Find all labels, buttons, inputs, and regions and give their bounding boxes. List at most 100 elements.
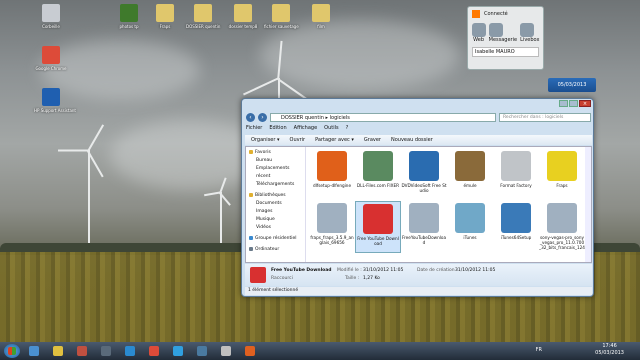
back-button[interactable]: ‹ [246, 112, 255, 122]
file-item[interactable]: iTunes64Setup [493, 201, 539, 253]
file-item[interactable]: DVDVideoSoft Free Studio [401, 149, 447, 201]
detail-modified-label: Modifié le : [337, 268, 362, 273]
file-label: Fraps [556, 183, 568, 188]
taskbar-app-button[interactable] [96, 344, 116, 358]
desktop-icon[interactable]: fichier sauvetage [264, 4, 299, 29]
nav-item-desktop[interactable]: Bureau [249, 157, 302, 165]
desktop-icon[interactable]: photos tp [112, 4, 146, 29]
forward-button[interactable]: › [258, 112, 267, 122]
close-button[interactable]: × [579, 100, 591, 107]
file-item[interactable]: Fraps [539, 149, 585, 201]
file-icon [501, 203, 531, 233]
user-field[interactable]: Isabelle MAURO [472, 47, 539, 57]
connection-status: Connecté [484, 11, 508, 17]
taskbar-app-button[interactable] [144, 344, 164, 358]
desktop-icon-label: DOSSIER quentin [186, 24, 221, 29]
nav-homegroup[interactable]: Groupe résidentiel [249, 235, 302, 243]
taskbar-app-button[interactable] [192, 344, 212, 358]
app-icon [173, 346, 183, 356]
cloud [260, 20, 460, 90]
desktop-icon[interactable]: Google Chrome [34, 46, 68, 71]
taskbar: FR 17:46 05/03/2013 [0, 342, 640, 360]
taskbar-app-button[interactable] [24, 344, 44, 358]
nav-item-recent[interactable]: Emplacements récent [249, 165, 302, 181]
desktop-icon-label: fichier sauvetage [264, 24, 299, 29]
file-icon [363, 204, 393, 234]
file-item[interactable]: fraps_fraps_3.5.9_anglais_69656 [309, 201, 355, 253]
livebox-button[interactable]: Livebox [520, 23, 539, 43]
share-button[interactable]: Partager avec ▾ [315, 137, 354, 143]
file-icon [547, 203, 577, 233]
file-item[interactable]: FreeYouTubeDownload [401, 201, 447, 253]
file-item[interactable]: Format Factory [493, 149, 539, 201]
organize-button[interactable]: Organiser ▾ [251, 137, 280, 143]
file-item[interactable]: iTunes [447, 201, 493, 253]
file-item[interactable]: émule [447, 149, 493, 201]
burn-button[interactable]: Graver [364, 137, 381, 143]
search-input[interactable]: Rechercher dans : logiciels [499, 112, 591, 122]
desktop-icon[interactable]: DOSSIER quentin [186, 4, 220, 29]
open-button[interactable]: Ouvrir [290, 137, 306, 143]
file-icon [363, 151, 393, 181]
scrollbar[interactable] [585, 147, 591, 262]
start-button[interactable] [4, 344, 20, 358]
content-area: Favoris Bureau Emplacements récent Téléc… [245, 146, 592, 263]
address-bar[interactable]: DOSSIER quentin ▸ logiciels [270, 112, 496, 122]
taskbar-app-button[interactable] [72, 344, 92, 358]
clock[interactable]: 17:46 05/03/2013 [595, 343, 624, 357]
command-bar: Organiser ▾ Ouvrir Partager avec ▾ Grave… [245, 135, 592, 145]
nav-item-videos[interactable]: Vidéos [249, 224, 302, 232]
desktop-icon[interactable]: Fraps [148, 4, 182, 29]
app-icon [29, 346, 39, 356]
globe-icon [471, 23, 486, 37]
nav-computer[interactable]: Ordinateur [249, 246, 302, 254]
app-icon [125, 346, 135, 356]
file-label: fraps_fraps_3.5.9_anglais_69656 [310, 235, 354, 245]
desktop-icon[interactable]: HP Support Assistant [34, 88, 76, 113]
menu-file[interactable]: Fichier [246, 125, 262, 131]
desktop-icon[interactable]: dossier temp8 [226, 4, 260, 29]
file-item[interactable]: Free YouTube Download [355, 201, 401, 253]
taskbar-app-button[interactable] [120, 344, 140, 358]
messaging-button[interactable]: Messagerie [488, 23, 517, 43]
file-icon [455, 151, 485, 181]
file-label: DVDVideoSoft Free Studio [401, 183, 447, 193]
nav-item-downloads[interactable]: Téléchargements [249, 181, 302, 189]
app-icon [245, 346, 255, 356]
taskbar-app-button[interactable] [168, 344, 188, 358]
web-button[interactable]: Web [471, 23, 486, 43]
taskbar-app-button[interactable] [240, 344, 260, 358]
app-icon [149, 346, 159, 356]
file-item[interactable]: DLL-Files.com FIXER [355, 149, 401, 201]
explorer-window: × ‹ › DOSSIER quentin ▸ logiciels Recher… [241, 98, 594, 297]
file-label: Free YouTube Download [357, 236, 399, 246]
file-label: iTunes64Setup [500, 235, 532, 240]
desktop-icon-image [42, 88, 60, 106]
nav-item-documents[interactable]: Documents [249, 200, 302, 208]
detail-created: 31/10/2012 11:05 [455, 268, 496, 273]
nav-item-pictures[interactable]: Images [249, 208, 302, 216]
menu-view[interactable]: Affichage [294, 125, 318, 131]
file-item[interactable]: dlfsetup-dlfengine [309, 149, 355, 201]
menu-tools[interactable]: Outils [324, 125, 338, 131]
status-bar: 1 élément sélectionné [245, 287, 592, 295]
desktop-icon[interactable]: film [304, 4, 338, 29]
desktop-icon-image [42, 4, 60, 22]
navigation-pane: Favoris Bureau Emplacements récent Téléc… [246, 147, 306, 262]
taskbar-app-button[interactable] [216, 344, 236, 358]
menu-edit[interactable]: Edition [269, 125, 286, 131]
new-folder-button[interactable]: Nouveau dossier [391, 137, 433, 143]
desktop-icon-label: Google Chrome [35, 66, 67, 71]
taskbar-app-button[interactable] [48, 344, 68, 358]
desktop-icon[interactable]: Corbeille [34, 4, 68, 29]
maximize-button[interactable] [569, 100, 578, 107]
file-item[interactable]: sony-vegas-pro_sony_vegas_pro_11.0.700_3… [539, 201, 585, 253]
language-indicator[interactable]: FR [536, 347, 542, 353]
menu-help[interactable]: ? [346, 125, 349, 131]
nav-item-music[interactable]: Musique [249, 216, 302, 224]
nav-libraries[interactable]: Bibliothèques [249, 192, 302, 200]
nav-favorites[interactable]: Favoris [249, 149, 302, 157]
minimize-button[interactable] [559, 100, 568, 107]
clock-date: 05/03/2013 [595, 350, 624, 356]
app-icon [77, 346, 87, 356]
